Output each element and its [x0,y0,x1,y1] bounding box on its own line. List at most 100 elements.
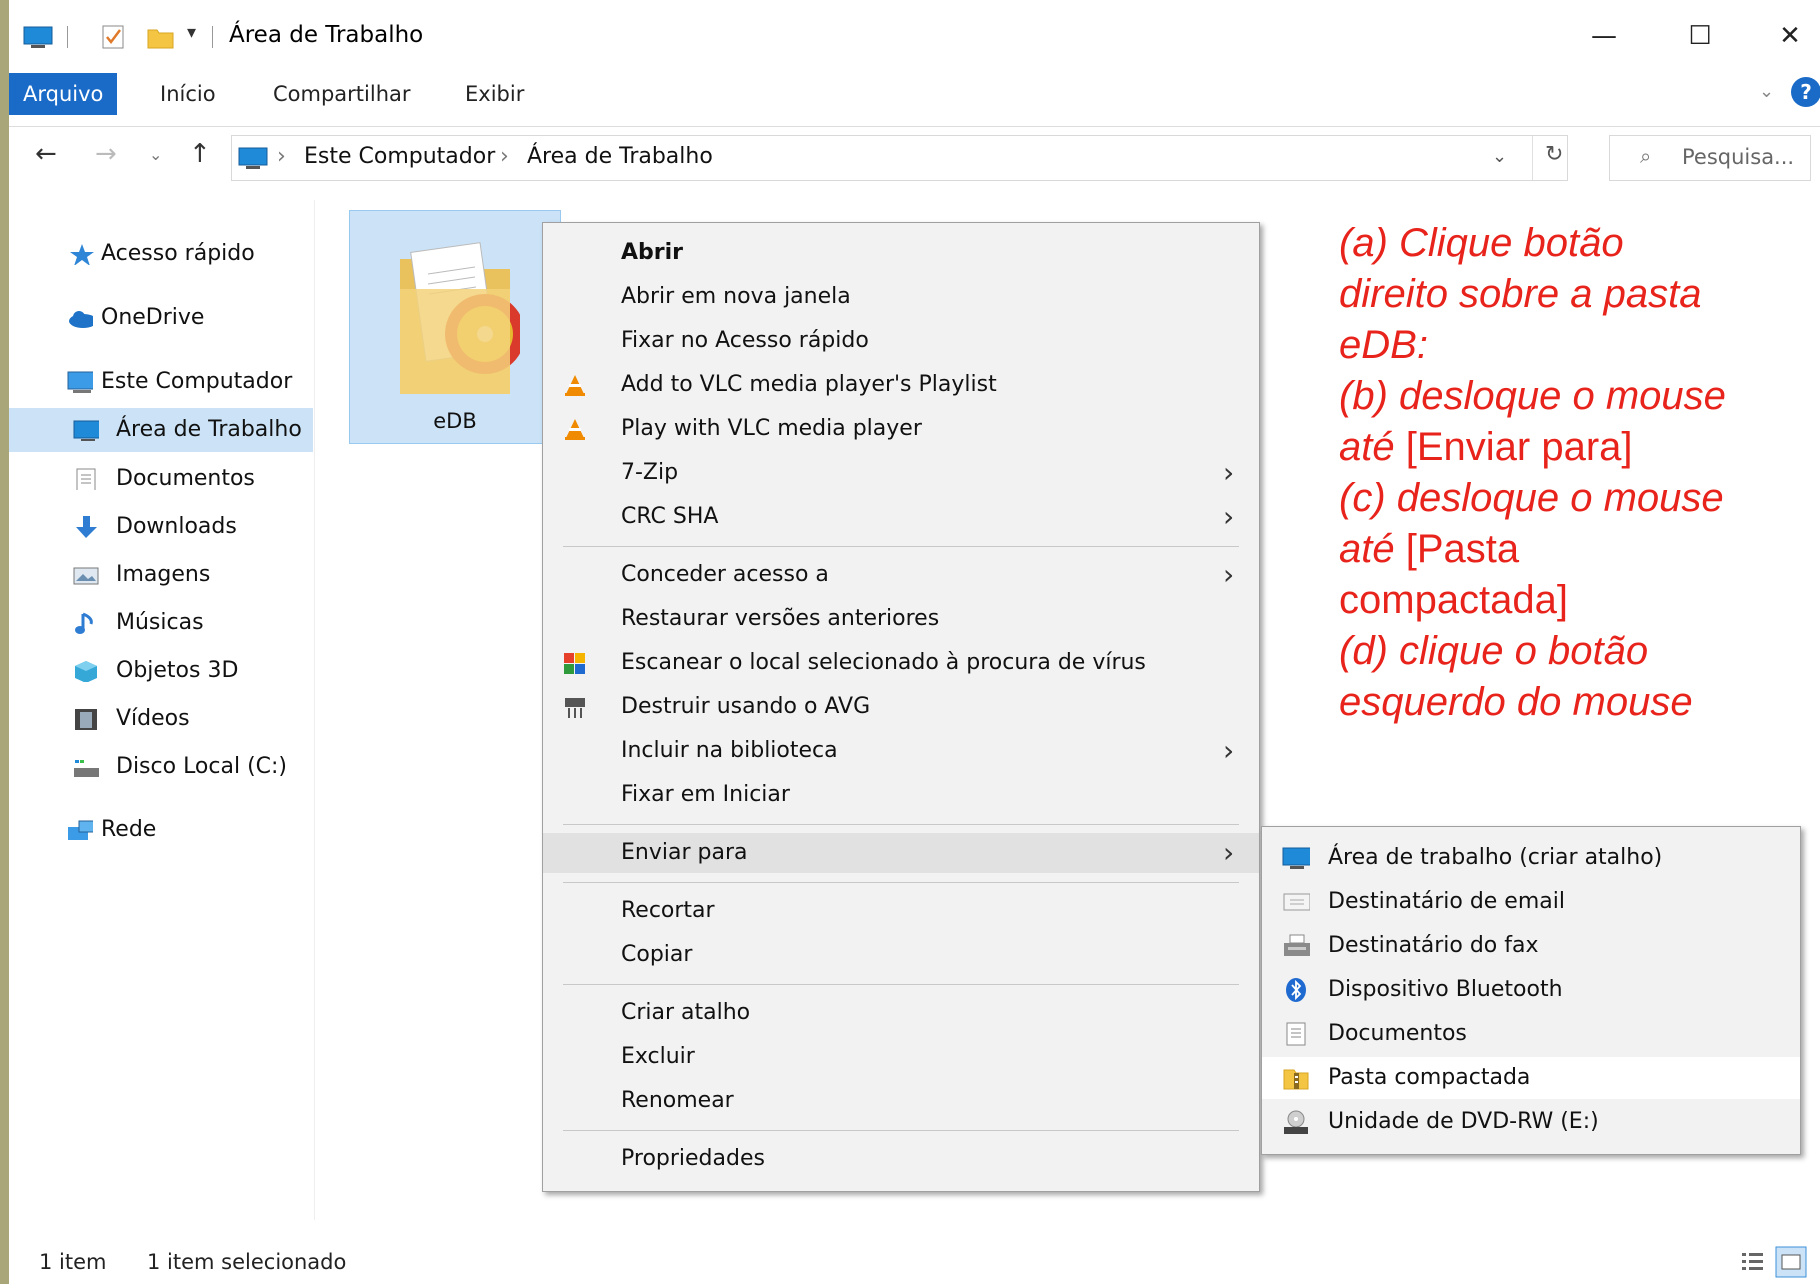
dvd-drive-icon [1284,1110,1308,1134]
selected-count: 1 item selecionado [147,1250,347,1274]
chevron-right-icon: › [1223,734,1235,767]
sidebar-item-rede[interactable]: Rede [59,808,309,852]
menu-item-7zip[interactable]: 7-Zip › [543,453,1259,493]
new-folder-icon[interactable] [147,24,175,50]
tab-exibir[interactable]: Exibir [449,73,540,115]
sidebar-item-label: Documentos [116,466,255,491]
menu-item-excluir[interactable]: Excluir [543,1037,1259,1077]
menu-item-abrir[interactable]: Abrir [543,233,1259,273]
breadcrumb-separator: › [277,144,286,169]
sidebar-item-este-computador[interactable]: Este Computador [59,360,309,404]
menu-item-label: Propriedades [621,1146,765,1171]
annotation-line: (b) desloque o mouse [1339,374,1726,418]
sidebar-item-musicas[interactable]: Músicas [73,601,313,645]
breadcrumb-separator: › [500,144,509,169]
sidebar-item-objetos-3d[interactable]: Objetos 3D [73,649,313,693]
breadcrumb-este-computador[interactable]: Este Computador [304,144,495,169]
tab-inicio[interactable]: Início [144,73,232,115]
minimize-button[interactable]: — [1569,14,1639,58]
menu-item-recortar[interactable]: Recortar [543,891,1259,931]
submenu-item-bluetooth[interactable]: Dispositivo Bluetooth [1262,969,1800,1011]
submenu-item-area-de-trabalho[interactable]: Área de trabalho (criar atalho) [1262,837,1800,879]
submenu-item-documentos[interactable]: Documentos [1262,1013,1800,1055]
maximize-button[interactable]: ☐ [1665,14,1735,58]
menu-item-conceder-acesso[interactable]: Conceder acesso a › [543,555,1259,595]
annotation-line: até [Enviar para] [1339,422,1819,473]
menu-item-label: Add to VLC media player's Playlist [621,372,997,397]
menu-item-fixar-iniciar[interactable]: Fixar em Iniciar [543,775,1259,815]
annotation-text: [Enviar para] [1394,425,1633,469]
forward-button[interactable]: → [95,139,117,169]
submenu-item-fax[interactable]: Destinatário do fax [1262,925,1800,967]
submenu-item-dvd-drive[interactable]: Unidade de DVD-RW (E:) [1262,1101,1800,1143]
menu-item-crc-sha[interactable]: CRC SHA › [543,497,1259,537]
sidebar-item-area-de-trabalho[interactable]: Área de Trabalho [9,408,313,452]
avg-scan-icon [564,653,585,674]
annotation-line: (a) Clique botão [1339,221,1624,265]
submenu-item-pasta-compactada[interactable]: Pasta compactada [1262,1057,1800,1099]
window-title: Área de Trabalho [229,22,424,48]
menu-item-vlc-play[interactable]: Play with VLC media player [543,409,1259,449]
breadcrumb-area-de-trabalho[interactable]: Área de Trabalho [527,144,713,169]
details-view-icon[interactable] [1739,1248,1767,1276]
menu-item-criar-atalho[interactable]: Criar atalho [543,993,1259,1033]
search-input[interactable]: ⌕ Pesquisa... [1609,135,1811,181]
up-button[interactable]: ↑ [189,139,211,169]
menu-item-vlc-playlist[interactable]: Add to VLC media player's Playlist [543,365,1259,405]
menu-item-label: Recortar [621,898,715,923]
back-button[interactable]: ← [35,139,57,169]
sidebar-item-downloads[interactable]: Downloads [73,505,313,549]
menu-item-label: Excluir [621,1044,695,1069]
sidebar-item-onedrive[interactable]: OneDrive [59,296,309,340]
chevron-right-icon: › [1223,456,1235,489]
sidebar-item-documentos[interactable]: Documentos [73,457,313,501]
menu-item-copiar[interactable]: Copiar [543,935,1259,975]
properties-icon[interactable] [101,24,127,50]
desktop-icon [23,26,53,48]
disk-icon [74,760,99,777]
submenu-item-label: Área de trabalho (criar atalho) [1328,845,1663,870]
menu-item-restaurar-versoes[interactable]: Restaurar versões anteriores [543,599,1259,639]
refresh-icon[interactable]: ↻ [1545,142,1563,167]
menu-item-abrir-nova-janela[interactable]: Abrir em nova janela [543,277,1259,317]
star-icon [70,244,94,265]
sidebar-item-label: Acesso rápido [101,241,255,266]
close-button[interactable]: ✕ [1755,14,1820,58]
sidebar-item-disco-local[interactable]: Disco Local (C:) [73,745,313,789]
menu-item-escanear-virus[interactable]: Escanear o local selecionado à procura d… [543,643,1259,683]
sidebar-item-imagens[interactable]: Imagens [73,553,313,597]
tab-arquivo[interactable]: Arquivo [9,73,118,115]
menu-item-label: Renomear [621,1088,734,1113]
menu-item-enviar-para[interactable]: Enviar para › [543,833,1259,873]
address-bar[interactable]: › Este Computador › Área de Trabalho ⌄ ↻ [231,135,1568,181]
submenu-item-email[interactable]: Destinatário de email [1262,881,1800,923]
sidebar-item-videos[interactable]: Vídeos [73,697,313,741]
help-icon[interactable]: ? [1791,77,1820,107]
menu-item-propriedades[interactable]: Propriedades [543,1139,1259,1179]
menu-item-incluir-biblioteca[interactable]: Incluir na biblioteca › [543,731,1259,771]
navigation-pane: Acesso rápido OneDrive Este Computador Á… [9,200,315,1220]
videos-icon [75,709,97,730]
sidebar-item-label: Objetos 3D [116,658,239,683]
zip-folder-icon [1283,1069,1309,1090]
submenu-item-label: Pasta compactada [1328,1065,1531,1090]
large-icons-view-icon[interactable] [1775,1246,1807,1278]
menu-separator [563,1130,1239,1131]
menu-item-fixar-acesso-rapido[interactable]: Fixar no Acesso rápido [543,321,1259,361]
expand-ribbon-icon[interactable]: ⌄ [1759,81,1774,102]
customize-quick-access-icon[interactable]: ▾ [187,22,196,43]
network-icon [68,820,93,840]
menu-item-renomear[interactable]: Renomear [543,1081,1259,1121]
documents-icon [76,468,96,490]
menu-item-label: Enviar para [621,840,748,865]
folder-edb[interactable]: eDB [349,210,561,444]
sidebar-item-acesso-rapido[interactable]: Acesso rápido [59,232,309,276]
menu-item-destruir-avg[interactable]: Destruir usando o AVG [543,687,1259,727]
address-history-dropdown[interactable]: ⌄ [1492,146,1507,167]
send-to-submenu: Área de trabalho (criar atalho) Destinat… [1261,826,1801,1155]
submenu-item-label: Documentos [1328,1021,1467,1046]
tab-compartilhar[interactable]: Compartilhar [257,73,427,115]
recent-locations-icon[interactable]: ⌄ [149,145,162,164]
music-icon [75,612,93,634]
annotation-text: [Pasta [1394,527,1520,571]
